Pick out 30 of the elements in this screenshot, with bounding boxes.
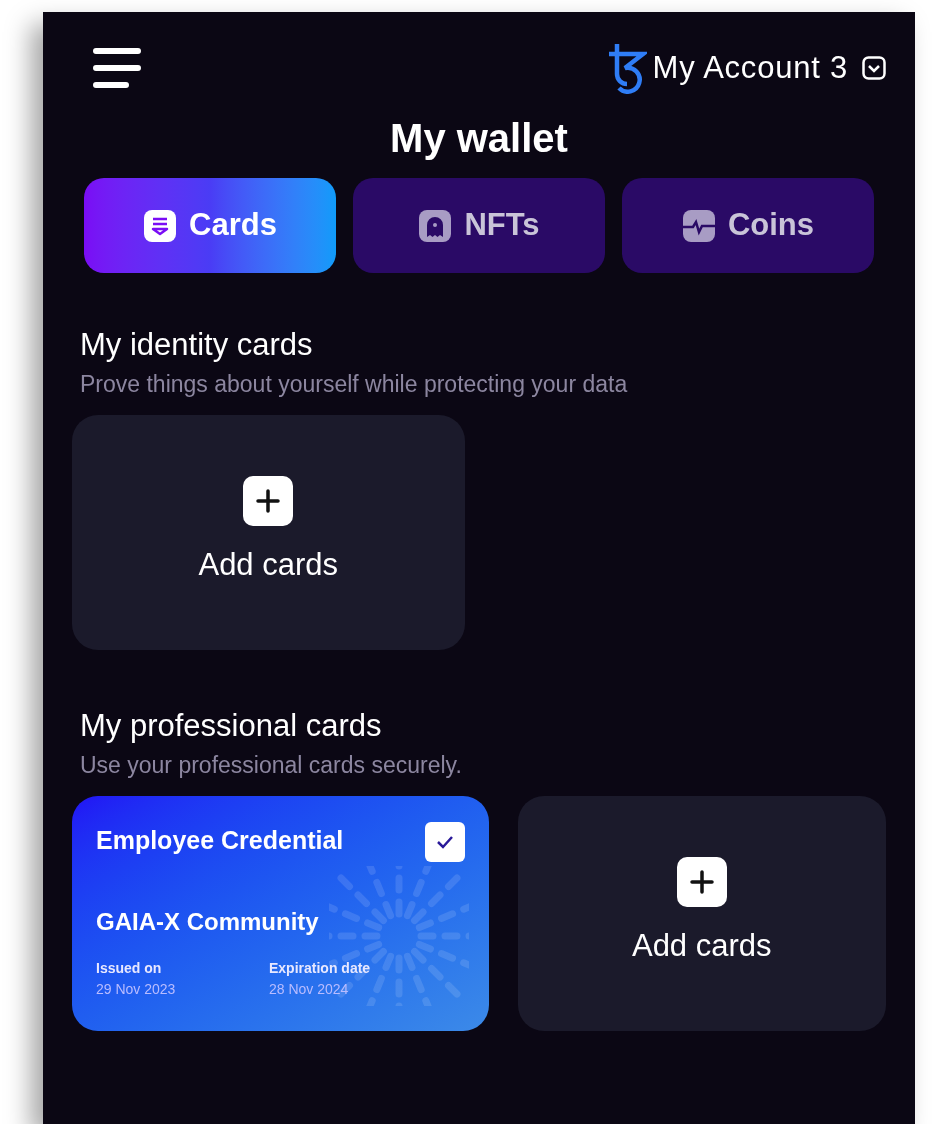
add-cards-label: Add cards [198, 546, 339, 585]
section-subtitle: Prove things about yourself while protecting your data [80, 370, 629, 399]
section-title: My identity cards [80, 326, 314, 364]
tab[interactable]: Coins [622, 178, 874, 273]
issued-label: Issued on [96, 959, 163, 978]
tab[interactable]: Cards [84, 178, 336, 273]
dropdown-icon[interactable] [862, 56, 886, 80]
add-card-tile[interactable]: Add cards [72, 415, 465, 650]
tab[interactable]: NFTs [353, 178, 605, 273]
expiration-label: Expiration date [269, 959, 371, 978]
expiration-date: 28 Nov 2024 [269, 980, 350, 999]
section-title: My professional cards [80, 707, 383, 745]
card-icon [143, 208, 178, 243]
issuer-name: GAIA-X Community [96, 907, 320, 937]
credential-card[interactable]: Employee Credential GAIA-X Community Issued on 29 Nov 2023 Expiration date 28 Nov 2024 [72, 796, 489, 1031]
checkbox[interactable] [424, 822, 465, 862]
page-title: My wallet [389, 115, 569, 162]
plus-icon [676, 857, 727, 908]
plus-icon [243, 476, 294, 527]
tezos-logo-icon [606, 42, 647, 94]
issued-date: 29 Nov 2023 [96, 980, 177, 999]
add-cards-label: Add cards [631, 927, 772, 966]
check-icon [435, 835, 454, 849]
account-name[interactable]: My Account 3 [652, 44, 848, 92]
card-title: Employee Credential [96, 825, 344, 856]
pulse-icon [681, 208, 716, 243]
ghost-icon [418, 208, 453, 243]
add-card-tile[interactable]: Add cards [517, 796, 886, 1031]
section-subtitle: Use your professional cards securely. [80, 751, 463, 780]
menu-icon[interactable] [93, 47, 141, 89]
